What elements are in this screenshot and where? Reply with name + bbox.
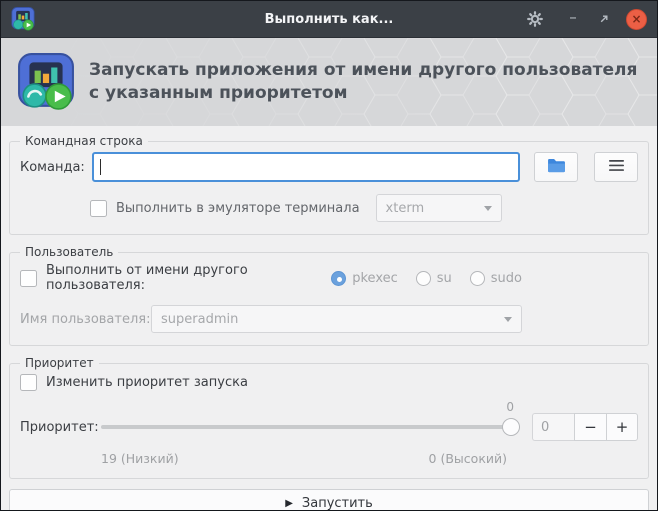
terminal-checkbox-label[interactable]: Выполнить в эмуляторе терминала	[116, 201, 360, 216]
command-row: Команда:	[20, 152, 638, 182]
command-group-legend: Командная строка	[25, 134, 143, 148]
priority-spinbox: 0 − +	[532, 413, 638, 441]
terminal-emulator-value: xterm	[385, 200, 425, 216]
decrement-button[interactable]: −	[574, 413, 606, 441]
chevron-down-icon	[504, 316, 512, 322]
user-group: Пользователь Выполнить от имени другого …	[9, 245, 649, 346]
folder-icon	[547, 158, 566, 176]
play-icon: ▶	[285, 497, 293, 509]
text-caret	[100, 159, 101, 175]
radio-option-sudo: sudo	[469, 270, 522, 286]
pkexec-radio-label: pkexec	[352, 270, 398, 286]
app-window: Выполнить как... – × Запускать приложени…	[0, 0, 658, 511]
increment-button[interactable]: +	[606, 413, 638, 441]
header-banner: Запускать приложения от имени другого по…	[1, 38, 657, 126]
options-menu-button[interactable]	[594, 152, 638, 182]
terminal-emulator-select: xterm	[375, 194, 502, 222]
priority-label: Приоритет:	[20, 419, 99, 435]
slider-value-label: 0	[506, 400, 514, 414]
maximize-button[interactable]	[595, 10, 613, 28]
user-group-legend: Пользователь	[25, 245, 114, 259]
run-button-label: Запустить	[301, 495, 373, 511]
priority-group-legend: Приоритет	[25, 356, 94, 370]
high-priority-label: 0 (Высокий)	[428, 451, 507, 466]
sudo-radio	[469, 270, 485, 286]
hamburger-icon	[608, 159, 624, 175]
close-button[interactable]: ×	[626, 8, 647, 30]
minimize-button[interactable]: –	[564, 8, 582, 30]
command-group: Командная строка Команда: Выполнить в эм…	[9, 134, 649, 235]
settings-gear-icon[interactable]	[526, 10, 544, 28]
username-label: Имя пользователя:	[20, 311, 151, 327]
radio-option-pkexec: pkexec	[331, 270, 398, 286]
username-value: superadmin	[161, 311, 239, 327]
window-controls: – ×	[526, 8, 647, 30]
priority-slider: 0	[101, 400, 520, 436]
command-label: Команда:	[20, 159, 85, 175]
app-description: Запускать приложения от имени другого по…	[89, 60, 638, 103]
su-radio	[415, 270, 431, 286]
slider-groove	[101, 425, 520, 429]
username-row: Имя пользователя: superadmin	[20, 305, 638, 333]
run-as-user-checkbox[interactable]	[20, 269, 37, 287]
terminal-checkbox[interactable]	[90, 199, 107, 217]
auth-method-radios: pkexec su sudo	[331, 270, 522, 286]
slider-handle	[502, 418, 520, 436]
main-content: Командная строка Команда: Выполнить в эм…	[1, 126, 657, 511]
run-button[interactable]: ▶ Запустить	[9, 489, 649, 511]
close-icon: ×	[631, 12, 642, 26]
command-input-wrap	[92, 152, 520, 182]
priority-scale-labels: 19 (Низкий) 0 (Высокий)	[20, 451, 638, 466]
run-as-row: Выполнить от имени другого пользователя:…	[20, 263, 638, 293]
change-priority-label[interactable]: Изменить приоритет запуска	[46, 375, 248, 390]
priority-slider-row: Приоритет: 0 0 − +	[20, 400, 638, 441]
app-logo	[17, 53, 75, 111]
radio-option-su: su	[415, 270, 452, 286]
sudo-radio-label: sudo	[490, 270, 522, 286]
run-as-user-label[interactable]: Выполнить от имени другого пользователя:	[46, 263, 331, 293]
change-priority-checkbox[interactable]	[20, 374, 37, 391]
priority-group: Приоритет Изменить приоритет запуска При…	[9, 356, 649, 479]
spinbox-value: 0	[532, 413, 574, 441]
username-select: superadmin	[151, 305, 522, 333]
low-priority-label: 19 (Низкий)	[101, 451, 179, 466]
file-browse-button[interactable]	[534, 152, 578, 182]
command-input[interactable]	[92, 152, 520, 182]
chevron-down-icon	[483, 205, 492, 211]
su-radio-label: su	[436, 270, 452, 286]
titlebar[interactable]: Выполнить как... – ×	[1, 1, 657, 38]
app-icon	[11, 7, 35, 31]
terminal-row: Выполнить в эмуляторе терминала xterm	[20, 194, 638, 222]
change-priority-row: Изменить приоритет запуска	[20, 374, 638, 391]
pkexec-radio	[331, 270, 347, 286]
